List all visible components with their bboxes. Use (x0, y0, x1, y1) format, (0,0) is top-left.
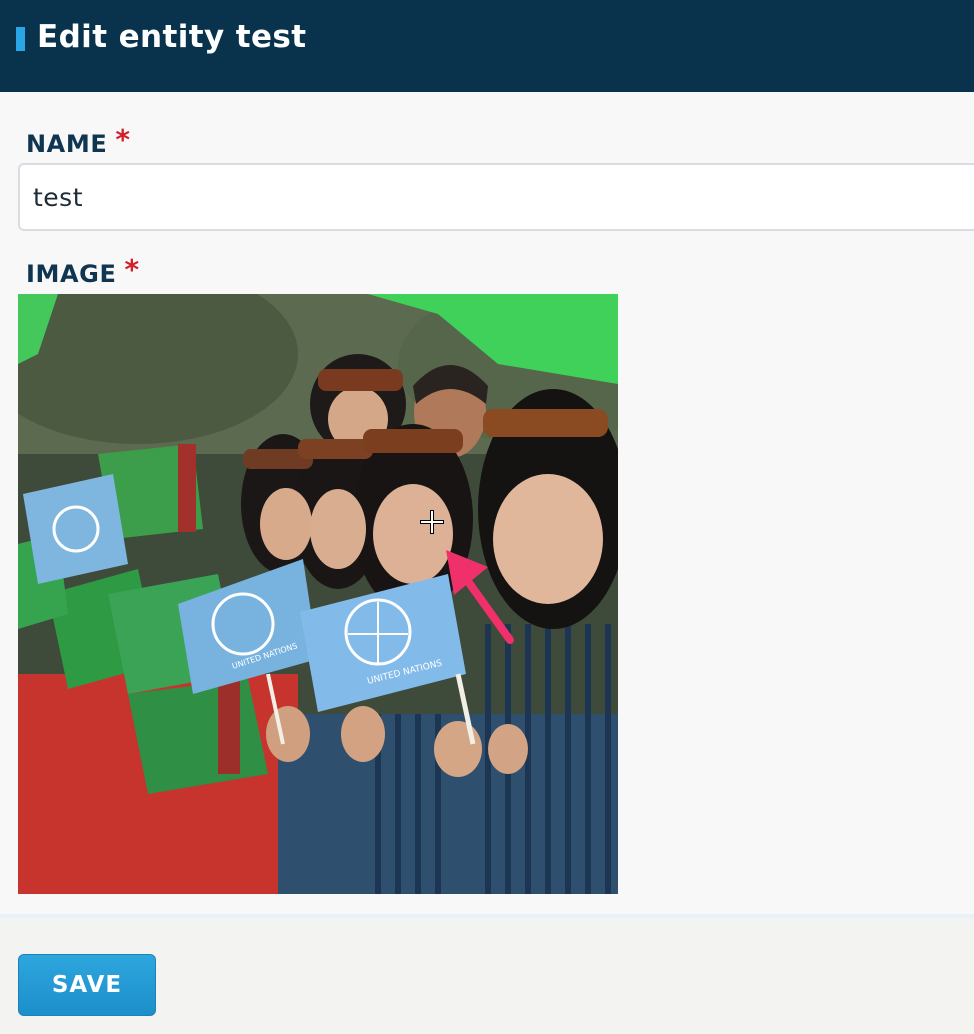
save-button[interactable]: SAVE (18, 954, 156, 1016)
name-input[interactable] (18, 163, 974, 231)
name-field-label: NAME * (26, 123, 131, 159)
image-required-marker: * (124, 253, 140, 286)
page-title: Edit entity test (37, 19, 307, 55)
entity-image[interactable]: UNITED NATIONS UNITED NATIONS (18, 294, 618, 894)
arrow-annotation-icon (446, 550, 514, 644)
image-field-label: IMAGE * (26, 253, 140, 289)
crosshair-cursor-icon (420, 510, 444, 534)
name-label-text: NAME (26, 130, 108, 158)
name-required-marker: * (115, 123, 131, 156)
image-label-text: IMAGE (26, 260, 117, 288)
entity-image-illustration: UNITED NATIONS UNITED NATIONS (18, 294, 618, 894)
page-header: Edit entity test (0, 0, 974, 92)
header-accent-bar (16, 27, 25, 51)
